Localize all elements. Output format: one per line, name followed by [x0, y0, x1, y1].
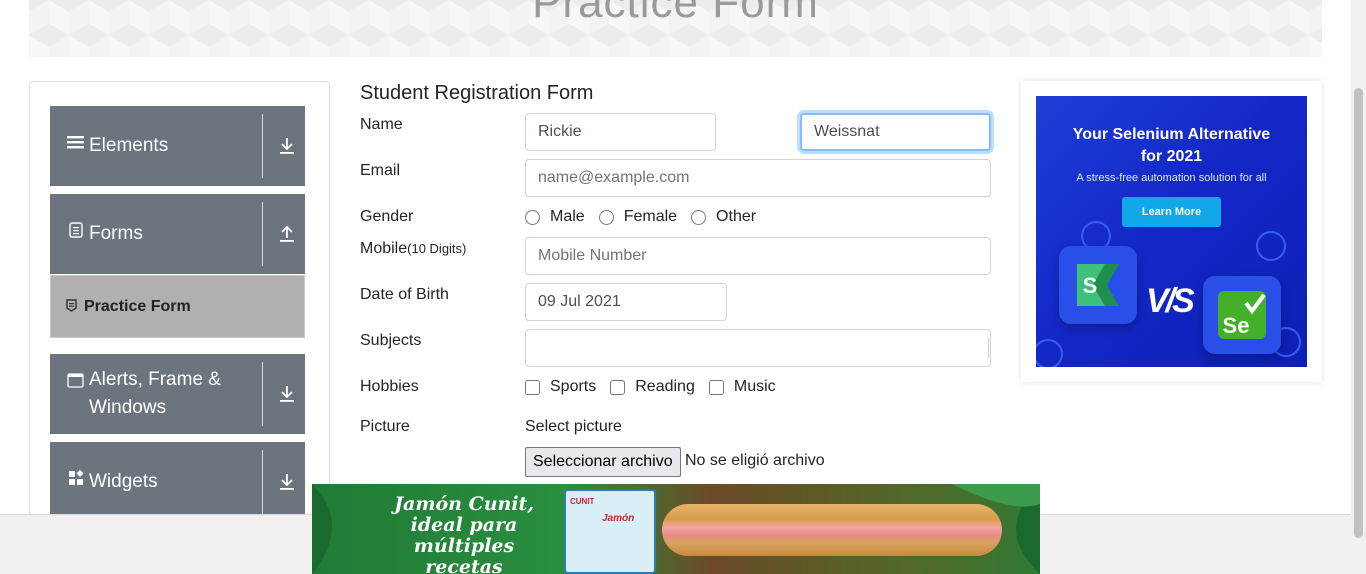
bottom-ad-banner[interactable]: Jamón Cunit, ideal para múltiples receta…: [312, 484, 1040, 574]
sidebar-item-practice-form[interactable]: Practice Form: [50, 275, 305, 338]
page-title: Practice Form: [532, 0, 819, 27]
no-file-text: No se eligió archivo: [685, 452, 825, 469]
sidebar-item-label: Practice Form: [84, 297, 191, 315]
gender-radio-male[interactable]: Male: [525, 208, 585, 226]
checkbox-label: Music: [733, 378, 776, 395]
subjects-input[interactable]: [525, 329, 991, 367]
hobby-checkbox-music[interactable]: Music: [708, 378, 776, 396]
header-banner: Practice Form: [29, 0, 1322, 57]
widgets-icon: [67, 468, 84, 496]
email-input[interactable]: [525, 159, 991, 197]
selenium-logo: Se: [1203, 276, 1281, 354]
radio-label: Male: [550, 208, 585, 225]
checkbox-box[interactable]: [525, 379, 540, 395]
dob-label: Date of Birth: [360, 286, 449, 303]
svg-text:S: S: [1083, 273, 1098, 298]
email-label: Email: [360, 162, 401, 179]
sidebar-group-label: Elements: [89, 135, 169, 156]
sidebar-group-label: Alerts, Frame & Windows: [89, 369, 221, 418]
sandwich-image: [662, 504, 1002, 556]
sidebar: Elements Forms Practice Form Alerts, Fra…: [29, 81, 330, 541]
ad-slogan: Jamón Cunit, ideal para múltiples receta…: [374, 494, 554, 574]
ad-title-line2: for 2021: [1140, 148, 1203, 165]
sidebar-group-label: Forms: [89, 223, 143, 244]
gender-label: Gender: [360, 208, 414, 225]
sidebar-group-alerts[interactable]: Alerts, Frame & Windows: [50, 354, 305, 434]
sidebar-group-forms[interactable]: Forms: [50, 194, 305, 274]
form-title: Student Registration Form: [360, 82, 594, 104]
pack-brand: CUNIT: [570, 497, 595, 506]
right-ad-card: Your Selenium Alternative for 2021 A str…: [1021, 81, 1322, 382]
picture-label: Picture: [360, 418, 410, 435]
badge-icon: [66, 298, 77, 315]
ham-package: CUNIT Jamón: [564, 489, 656, 574]
vs-text: V/S: [1146, 282, 1195, 320]
mobile-input[interactable]: [525, 237, 991, 275]
gender-options: Male Female Other: [525, 208, 770, 226]
ad-slogan-line2: ideal para: [410, 514, 518, 536]
last-name-input[interactable]: [800, 113, 991, 151]
choose-file-button[interactable]: Seleccionar archivo: [525, 447, 681, 477]
document-icon: [67, 220, 84, 248]
mobile-label: Mobile(10 Digits): [360, 240, 466, 258]
page: Practice Form Elements Forms Practice Fo…: [0, 0, 1366, 574]
radio-circle[interactable]: [691, 209, 707, 225]
divider: [262, 114, 263, 178]
radio-label: Other: [716, 208, 757, 225]
ad-title-line1: Your Selenium Alternative: [1072, 126, 1271, 143]
learn-more-button[interactable]: Learn More: [1122, 197, 1221, 227]
hamburger-icon: [67, 132, 84, 160]
ad-subtitle: A stress-free automation solution for al…: [1076, 172, 1267, 184]
ad-slogan-line1: Jamón Cunit,: [394, 493, 534, 515]
checkbox-box[interactable]: [708, 379, 724, 395]
name-label: Name: [360, 116, 403, 133]
mobile-label-text: Mobile: [360, 240, 408, 257]
svg-text:Se: Se: [1223, 313, 1250, 338]
upload-arrow-icon[interactable]: [274, 194, 300, 274]
divider: [262, 202, 263, 266]
pack-name: Jamón: [602, 513, 635, 524]
scrollbar-thumb[interactable]: [1354, 88, 1363, 538]
sidebar-group-label: Widgets: [89, 471, 158, 492]
ad-slogan-line3: múltiples recetas: [413, 535, 515, 574]
first-name-input[interactable]: [525, 113, 716, 151]
radio-circle[interactable]: [525, 209, 540, 225]
subjects-label: Subjects: [360, 332, 422, 349]
ad-title: Your Selenium Alternative for 2021: [1036, 124, 1307, 168]
checkbox-label: Reading: [635, 378, 695, 395]
katalon-logo: S: [1059, 246, 1137, 324]
hobbies-label: Hobbies: [360, 378, 419, 395]
hobby-checkbox-sports[interactable]: Sports: [525, 378, 596, 396]
selenium-ad[interactable]: Your Selenium Alternative for 2021 A str…: [1036, 96, 1307, 367]
hobbies-options: Sports Reading Music: [525, 378, 790, 396]
radio-label: Female: [623, 208, 678, 225]
subjects-divider: [988, 338, 989, 358]
download-arrow-icon[interactable]: [274, 442, 300, 522]
gender-radio-other[interactable]: Other: [691, 208, 756, 226]
divider: [262, 362, 263, 426]
window-icon: [67, 370, 84, 398]
gender-radio-female[interactable]: Female: [598, 208, 678, 226]
checkbox-label: Sports: [550, 378, 597, 395]
divider: [262, 450, 263, 514]
radio-circle[interactable]: [598, 209, 614, 225]
sidebar-group-elements[interactable]: Elements: [50, 106, 305, 186]
select-picture-label: Select picture: [525, 418, 622, 435]
mobile-hint: (10 Digits): [407, 241, 467, 256]
checkbox-box[interactable]: [610, 379, 626, 395]
download-arrow-icon[interactable]: [274, 354, 300, 434]
hobby-checkbox-reading[interactable]: Reading: [610, 378, 695, 396]
download-arrow-icon[interactable]: [274, 106, 300, 186]
sidebar-group-widgets[interactable]: Widgets: [50, 442, 305, 522]
dob-input[interactable]: [525, 283, 727, 321]
